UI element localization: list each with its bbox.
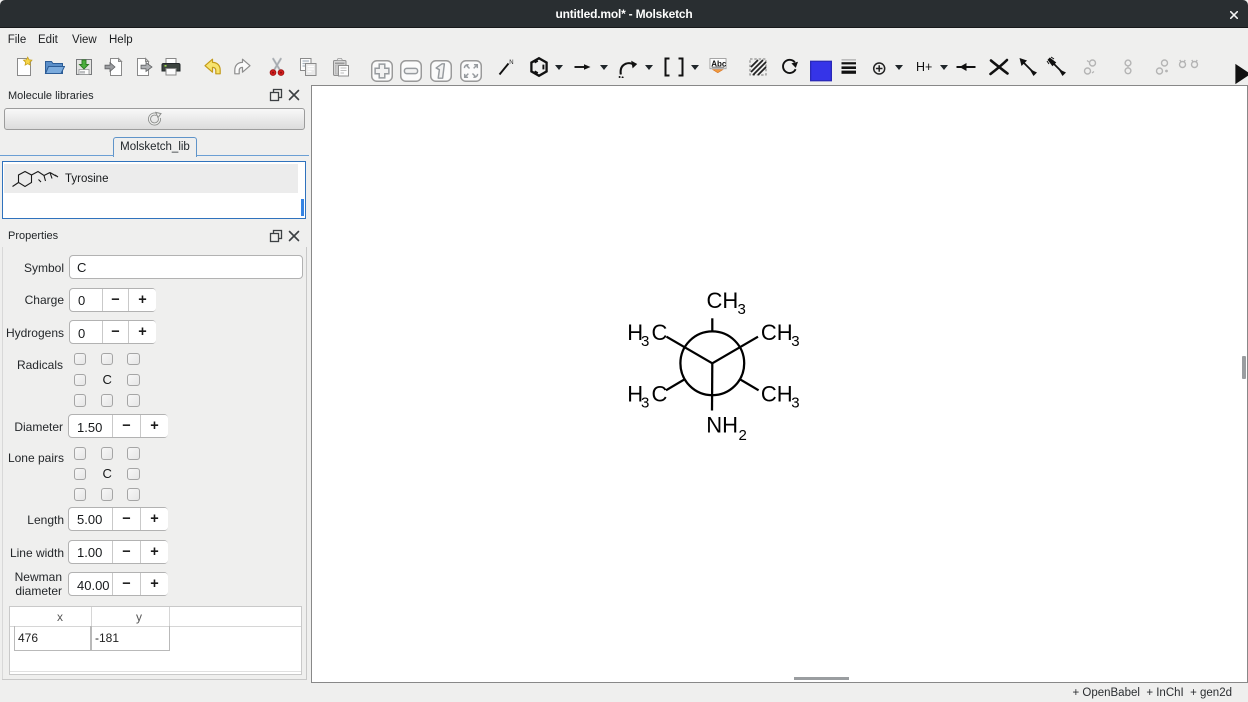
svg-text:3: 3 bbox=[738, 301, 746, 318]
svg-text:NH: NH bbox=[706, 413, 738, 438]
svg-text:C: C bbox=[652, 382, 668, 407]
svg-text:CH: CH bbox=[761, 382, 793, 407]
svg-text:3: 3 bbox=[641, 395, 649, 412]
svg-text:3: 3 bbox=[641, 333, 649, 350]
svg-text:CH: CH bbox=[761, 320, 793, 345]
svg-text:2: 2 bbox=[739, 427, 747, 444]
svg-text:3: 3 bbox=[791, 395, 799, 412]
svg-text:C: C bbox=[652, 320, 668, 345]
svg-text:N: N bbox=[509, 60, 513, 66]
svg-text:3: 3 bbox=[791, 333, 799, 350]
svg-text:CH: CH bbox=[707, 288, 739, 313]
